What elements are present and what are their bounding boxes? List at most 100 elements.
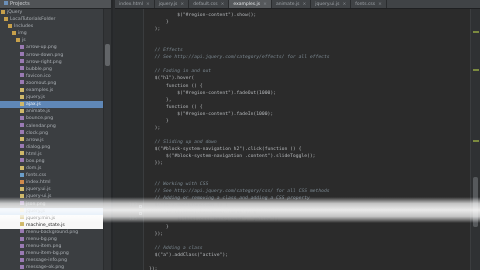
editor-tab[interactable]: jquery.ui.js × <box>311 0 352 8</box>
file-icon <box>20 201 24 206</box>
project-tree-item[interactable]: animate.js <box>0 108 103 115</box>
project-tree-item[interactable]: box.png <box>0 158 103 165</box>
editor-tab-label: fonts.css <box>355 2 376 7</box>
editor-tab[interactable]: jquery.js × <box>155 0 190 8</box>
code-text: $("a").addClass("active"); <box>149 252 229 258</box>
project-tree-item[interactable]: menu-item-bg.png <box>0 250 103 257</box>
project-tree-item[interactable]: img <box>0 30 103 37</box>
editor-tab[interactable]: examples.js × <box>229 0 272 8</box>
project-tree-item-label: js <box>22 38 26 44</box>
project-tree-item[interactable]: menu-bg.png <box>0 236 103 243</box>
project-tree-item[interactable]: html.js <box>0 151 103 158</box>
code-line: }, <box>149 98 172 103</box>
projects-tab[interactable]: Projects <box>0 0 111 9</box>
editor-tab-label: jquery.ui.js <box>315 2 340 7</box>
project-tree-item[interactable]: clock.png <box>0 130 103 137</box>
project-tree-item[interactable]: jquery-ui.js <box>0 193 103 200</box>
fold-toggle-icon[interactable] <box>138 204 142 209</box>
editor-tab[interactable]: index.html × <box>115 0 155 8</box>
close-icon[interactable]: × <box>263 2 267 7</box>
project-tree-item[interactable]: jquery.js <box>0 94 103 101</box>
close-icon[interactable]: × <box>180 2 184 7</box>
code-line: // Effects <box>149 48 183 53</box>
code-line: $("a").addClass("active"); <box>149 253 228 258</box>
code-comment: // Sliding up and down <box>149 139 217 145</box>
code-line: ); <box>149 27 161 32</box>
project-tree-item[interactable]: examples.js <box>0 87 103 94</box>
project-tree-item-label: favicon.ico <box>26 73 51 79</box>
project-tree-item[interactable]: json.png <box>0 201 103 208</box>
close-icon[interactable]: × <box>146 2 150 7</box>
project-tree-item[interactable]: fonts.css <box>0 172 103 179</box>
file-icon <box>20 186 24 191</box>
close-icon[interactable]: × <box>303 2 307 7</box>
project-tree-scroll-thumb[interactable] <box>105 44 110 66</box>
code-text: $("li").each(function () { <box>149 203 229 209</box>
project-tree-item-label: Includes <box>14 24 34 30</box>
project-tree-item[interactable]: bounce.png <box>0 115 103 122</box>
code-line: function () { <box>149 84 203 89</box>
project-tree-item[interactable]: dom.js <box>0 165 103 172</box>
project-tree-item[interactable]: arrow.js <box>0 137 103 144</box>
close-icon[interactable]: × <box>342 2 346 7</box>
project-tree-item[interactable]: message-info.png <box>0 257 103 264</box>
project-tree-item[interactable]: machine_state.js <box>0 221 103 229</box>
file-icon <box>20 123 24 127</box>
project-tree-item[interactable]: zoomout.png <box>0 80 103 87</box>
projects-tab-label: Projects <box>10 1 30 7</box>
close-icon[interactable]: × <box>378 2 382 7</box>
project-tree-item[interactable]: index.html <box>0 179 103 186</box>
project-tree-item-label: jquery.js <box>26 208 46 214</box>
project-tree[interactable]: jQuery LocalTutorialsFolder Includes img js a… <box>0 9 103 270</box>
project-tree-item[interactable]: message-ok.png <box>0 264 103 270</box>
project-tree-item[interactable]: arrow-up.png <box>0 44 103 51</box>
project-tree-item[interactable]: menu-item.png <box>0 243 103 250</box>
project-tree-item[interactable]: arrow-right.png <box>0 59 103 66</box>
editor-tab[interactable]: default.css × <box>189 0 230 8</box>
code-comment: // See http://api.jquery.com/category/cs… <box>149 189 330 195</box>
code-text: $("#block-system-navigation .content").s… <box>149 154 316 159</box>
editor-tab[interactable]: animate.js × <box>272 0 312 8</box>
file-icon <box>20 66 24 71</box>
code-line: // See http://api.jquery.com/category/ef… <box>149 55 330 60</box>
project-tree-item[interactable]: favicon.ico <box>0 73 103 80</box>
project-tree-item[interactable]: Includes <box>0 23 103 30</box>
code-comment: // Adding a class <box>149 245 203 251</box>
fold-toggle-icon[interactable] <box>138 211 142 216</box>
file-icon <box>20 193 24 198</box>
scrollbar-marker <box>473 31 479 33</box>
code-area[interactable]: $("#region-content").show(); } ); // Eff… <box>145 9 470 270</box>
project-tree-scrollbar[interactable] <box>103 9 111 270</box>
code-line: $("#block-system-navigation h2").click(f… <box>149 147 302 152</box>
project-tree-item[interactable]: menu-background.png <box>0 229 103 236</box>
close-icon[interactable]: × <box>221 2 225 7</box>
project-tree-item[interactable]: ajax.js <box>0 101 103 109</box>
project-tree-item-label: bubble.png <box>26 66 52 72</box>
project-tree-item[interactable]: jquery.ui.js <box>0 186 103 193</box>
code-editor[interactable]: 103 104 105 $("#region-content").show(); }… <box>115 9 480 270</box>
file-icon <box>20 52 24 57</box>
code-text: $("#region-content").fadeOut(1000); <box>149 90 276 96</box>
code-line: $("#block-system-navigation .content").s… <box>149 154 316 159</box>
project-tree-item[interactable]: jquery.min.js <box>0 214 103 222</box>
project-tree-item-label: menu-item-bg.png <box>26 251 69 257</box>
file-icon <box>20 87 24 92</box>
project-tree-item[interactable]: calendar.png <box>0 123 103 130</box>
project-tree-item-label: jquery.min.js <box>26 215 56 221</box>
scrollbar-marker <box>473 69 479 71</box>
project-tree-item[interactable]: jquery.js <box>0 207 103 215</box>
project-tree-item[interactable]: jQuery <box>0 9 103 16</box>
editor-scroll-thumb[interactable] <box>473 177 478 227</box>
project-tree-item[interactable]: arrow-down.png <box>0 52 103 59</box>
editor-tab[interactable]: fonts.css × <box>351 0 387 8</box>
project-tree-item[interactable]: bubble.png <box>0 66 103 73</box>
project-tree-item-label: html.js <box>26 151 42 157</box>
project-tree-item[interactable]: LocalTutorialsFolder <box>0 16 103 23</box>
editor-tab-label: examples.js <box>233 2 261 7</box>
project-tree-item[interactable]: js <box>0 37 103 44</box>
editor-scrollbar[interactable] <box>470 9 480 270</box>
project-tree-item-label: message-info.png <box>26 258 68 264</box>
line-number-gutter: 103 104 105 <box>115 9 144 270</box>
project-tree-item[interactable]: dialog.png <box>0 144 103 151</box>
project-tree-item-label: ajax.js <box>26 102 41 108</box>
